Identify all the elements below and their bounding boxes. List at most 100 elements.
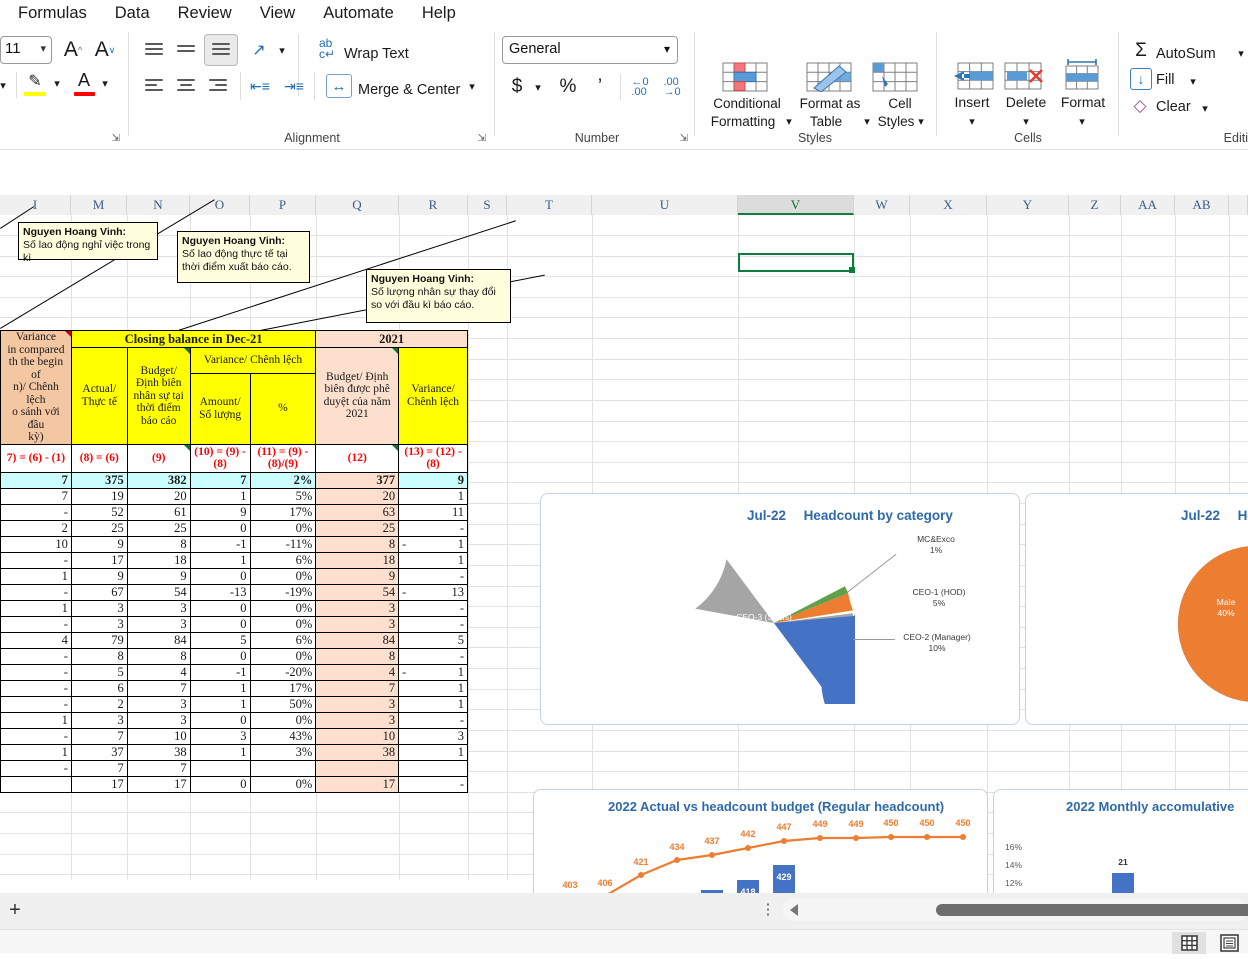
table-cell[interactable]: 8 — [315, 647, 400, 665]
column-header-S[interactable]: S — [468, 195, 507, 215]
chevron-down-icon[interactable]: ▾ — [98, 72, 112, 94]
chevron-down-icon[interactable]: ▾ — [914, 112, 928, 130]
text-orientation-icon[interactable]: ↗ — [244, 36, 274, 64]
table-cell[interactable]: 0% — [249, 615, 317, 633]
table-cell[interactable]: 6 — [70, 679, 128, 697]
chevron-down-icon[interactable]: ▾ — [664, 42, 670, 56]
table-cell[interactable]: -11% — [249, 535, 317, 553]
table-cell[interactable]: 79 — [70, 631, 128, 649]
column-header-V[interactable]: V — [738, 195, 854, 215]
column-header-Z[interactable]: Z — [1069, 195, 1121, 215]
table-cell[interactable]: 1 — [0, 711, 72, 729]
column-header-M[interactable]: M — [71, 195, 127, 215]
table-cell[interactable]: 1 — [189, 695, 251, 713]
table-cell[interactable]: 1 — [189, 487, 251, 505]
table-cell[interactable]: 0 — [189, 599, 251, 617]
table-cell[interactable]: 1 — [398, 551, 468, 569]
table-cell[interactable]: - — [0, 663, 72, 681]
menu-item-help[interactable]: Help — [410, 2, 468, 25]
table-cell[interactable]: 6% — [249, 551, 317, 569]
decrease-decimal-icon[interactable]: .00 →0 — [658, 74, 686, 100]
table-cell[interactable]: 2 — [0, 519, 72, 537]
table-cell[interactable]: 9 — [315, 567, 400, 585]
wrap-text-icon[interactable]: ab c↵ — [314, 34, 340, 64]
table-cell[interactable]: 20 — [315, 487, 400, 505]
table-cell[interactable]: 3 — [70, 711, 128, 729]
menu-item-review[interactable]: Review — [166, 2, 244, 25]
table-cell[interactable]: 0 — [189, 615, 251, 633]
normal-view-button[interactable] — [1172, 932, 1206, 954]
chevron-down-icon[interactable]: ▾ — [40, 42, 46, 55]
scrollbar-thumb[interactable] — [936, 904, 1248, 916]
comma-style-icon[interactable]: ’ — [590, 74, 610, 100]
table-cell[interactable]: 52 — [70, 503, 128, 521]
spreadsheet-area[interactable]: I M N O P Q R S T U V W X Y Z AA AB Nguy… — [0, 150, 1248, 893]
table-cell[interactable]: 7 — [126, 759, 191, 777]
scroll-left-arrow-icon[interactable] — [790, 904, 798, 916]
table-cell[interactable]: 1 — [189, 743, 251, 761]
table-cell[interactable]: -1 — [189, 663, 251, 681]
horizontal-scrollbar[interactable] — [782, 899, 1248, 921]
table-cell[interactable]: 84 — [315, 631, 400, 649]
cell-styles-label-l2[interactable]: Styles — [874, 114, 918, 129]
table-cell[interactable]: 50% — [249, 695, 317, 713]
table-cell[interactable]: 18 — [315, 551, 400, 569]
table-cell[interactable]: - — [0, 583, 72, 601]
table-row[interactable]: -2 3 1 50% 3 1 — [0, 695, 468, 713]
table-cell[interactable]: 67 — [70, 583, 128, 601]
table-cell[interactable]: -1 — [398, 663, 468, 681]
format-label[interactable]: Format — [1052, 94, 1114, 110]
table-cell[interactable]: -19% — [249, 583, 317, 601]
column-header-I[interactable]: I — [0, 195, 71, 215]
table-cell[interactable]: 4 — [0, 631, 72, 649]
table-cell[interactable]: -20% — [249, 663, 317, 681]
table-cell[interactable]: - — [398, 519, 468, 537]
table-cell[interactable]: 25 — [315, 519, 400, 537]
table-cell[interactable]: -1 — [189, 535, 251, 553]
table-cell[interactable]: - — [0, 503, 72, 521]
table-cell[interactable]: 0 — [189, 567, 251, 585]
table-cell[interactable]: 17% — [249, 679, 317, 697]
sheet-menu-icon[interactable]: ⋮ — [760, 901, 776, 921]
increase-font-size-icon[interactable]: A ^ — [58, 36, 88, 64]
alignment-dialog-launcher[interactable]: ⇲ — [478, 133, 486, 144]
font-dialog-launcher[interactable]: ⇲ — [112, 133, 120, 144]
table-cell[interactable]: 11 — [398, 503, 468, 521]
column-header-AB[interactable]: AB — [1175, 195, 1229, 215]
table-cell[interactable] — [249, 759, 317, 777]
table-cell[interactable]: 17 — [315, 775, 400, 793]
table-cell[interactable]: 4 — [126, 663, 191, 681]
table-cell[interactable]: 1 — [189, 551, 251, 569]
table-cell[interactable]: - — [0, 759, 72, 777]
align-left-icon[interactable] — [140, 74, 168, 98]
table-cell[interactable]: 3 — [126, 695, 191, 713]
table-cell[interactable]: 3 — [315, 599, 400, 617]
table-cell[interactable]: 0 — [189, 519, 251, 537]
table-cell[interactable]: 9 — [70, 535, 128, 553]
table-cell[interactable]: 10 — [315, 727, 400, 745]
clear-label[interactable]: Clear — [1156, 99, 1191, 115]
table-cell[interactable]: 37 — [70, 743, 128, 761]
table-cell[interactable]: - — [398, 567, 468, 585]
table-cell[interactable]: 54 — [315, 583, 400, 601]
table-cell[interactable]: 1 — [0, 567, 72, 585]
table-cell[interactable]: 1 — [398, 679, 468, 697]
column-header-AC[interactable] — [1229, 195, 1248, 215]
table-cell[interactable]: - — [398, 615, 468, 633]
font-color-icon[interactable]: A — [72, 68, 96, 92]
number-format-select[interactable]: General ▾ — [502, 36, 678, 64]
fill-label[interactable]: Fill — [1156, 72, 1175, 88]
table-cell[interactable]: 3 — [70, 615, 128, 633]
column-header-AA[interactable]: AA — [1121, 195, 1175, 215]
menu-item-automate[interactable]: Automate — [311, 2, 406, 25]
table-cell[interactable]: 9 — [70, 567, 128, 585]
chart-card-headcount-by-category[interactable]: Jul-22 Headcount by category CEO-3 (Staf… — [540, 493, 1020, 725]
align-right-icon[interactable] — [204, 74, 232, 98]
chevron-down-icon[interactable]: ▾ — [1198, 99, 1212, 117]
table-cell[interactable]: 3 — [315, 615, 400, 633]
column-header-N[interactable]: N — [127, 195, 190, 215]
chevron-down-icon[interactable]: ▾ — [1070, 112, 1094, 130]
table-row[interactable]: 2 25 25 0 0% 25- — [0, 519, 468, 537]
conditional-formatting-label-l2[interactable]: Formatting — [696, 114, 790, 129]
cell-styles-icon[interactable] — [872, 62, 918, 92]
